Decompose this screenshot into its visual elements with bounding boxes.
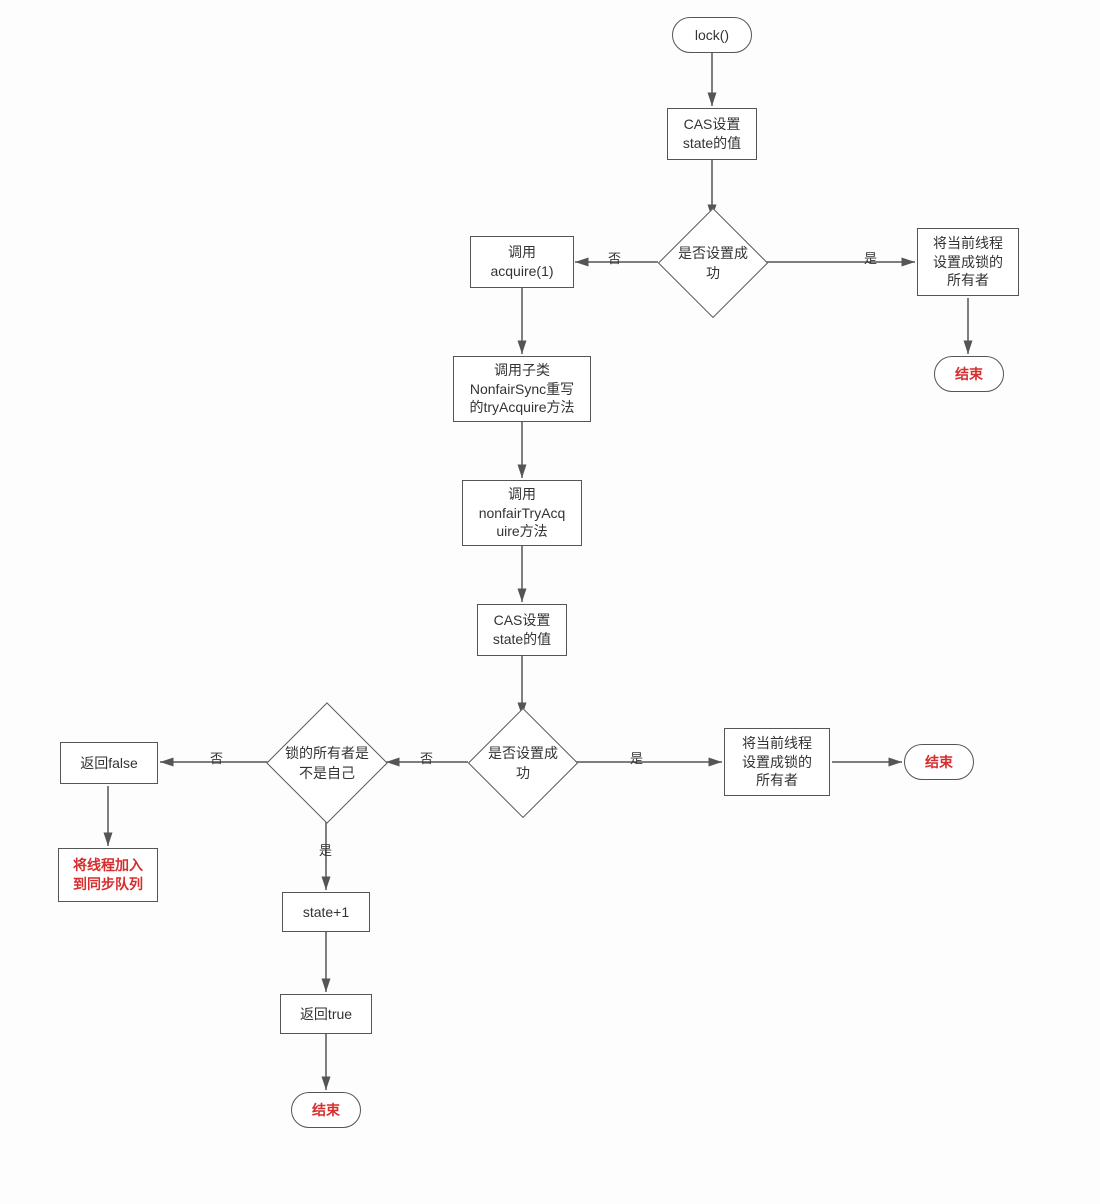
dec1-no-label: 否 bbox=[608, 248, 621, 267]
enqueue-node: 将线程加入 到同步队列 bbox=[58, 848, 158, 902]
tryacquire-label: 调用子类 NonfairSync重写 的tryAcquire方法 bbox=[469, 361, 574, 418]
enqueue-label: 将线程加入 到同步队列 bbox=[73, 856, 143, 894]
stateinc-node: state+1 bbox=[282, 892, 370, 932]
dec3-no-label: 否 bbox=[210, 748, 223, 767]
rettrue-label: 返回true bbox=[300, 1005, 352, 1024]
end3-label: 结束 bbox=[312, 1101, 340, 1120]
end2-label: 结束 bbox=[925, 753, 953, 772]
stateinc-label: state+1 bbox=[303, 903, 349, 922]
acquire-label: 调用 acquire(1) bbox=[490, 243, 553, 281]
setowner1-label: 将当前线程 设置成锁的 所有者 bbox=[933, 234, 1003, 291]
setowner2-node: 将当前线程 设置成锁的 所有者 bbox=[724, 728, 830, 796]
cas1-label: CAS设置 state的值 bbox=[683, 115, 741, 153]
tryacquire-node: 调用子类 NonfairSync重写 的tryAcquire方法 bbox=[453, 356, 591, 422]
cas2-label: CAS设置 state的值 bbox=[493, 611, 551, 649]
dec1-label: 是否设置成功 bbox=[675, 243, 751, 283]
end1-label: 结束 bbox=[955, 365, 983, 384]
retfalse-node: 返回false bbox=[60, 742, 158, 784]
dec1-yes-label: 是 bbox=[864, 248, 877, 267]
end2-node: 结束 bbox=[904, 744, 974, 780]
start-label: lock() bbox=[695, 26, 729, 45]
dec2-yes-label: 是 bbox=[630, 748, 643, 767]
retfalse-label: 返回false bbox=[80, 754, 138, 773]
cas1-node: CAS设置 state的值 bbox=[667, 108, 757, 160]
dec2-node: 是否设置成功 bbox=[468, 708, 578, 818]
dec2-label: 是否设置成功 bbox=[485, 743, 561, 783]
flowchart-connectors bbox=[0, 0, 1100, 1204]
dec3-yes-label: 是 bbox=[319, 840, 332, 859]
end1-node: 结束 bbox=[934, 356, 1004, 392]
setowner2-label: 将当前线程 设置成锁的 所有者 bbox=[742, 734, 812, 791]
setowner1-node: 将当前线程 设置成锁的 所有者 bbox=[917, 228, 1019, 296]
start-node: lock() bbox=[672, 17, 752, 53]
nonfairtry-node: 调用 nonfairTryAcq uire方法 bbox=[462, 480, 582, 546]
dec1-node: 是否设置成功 bbox=[658, 208, 768, 318]
rettrue-node: 返回true bbox=[280, 994, 372, 1034]
nonfairtry-label: 调用 nonfairTryAcq uire方法 bbox=[479, 485, 566, 542]
acquire-node: 调用 acquire(1) bbox=[470, 236, 574, 288]
dec2-no-label: 否 bbox=[420, 748, 433, 767]
dec3-node: 锁的所有者是 不是自己 bbox=[266, 702, 388, 824]
cas2-node: CAS设置 state的值 bbox=[477, 604, 567, 656]
end3-node: 结束 bbox=[291, 1092, 361, 1128]
dec3-label: 锁的所有者是 不是自己 bbox=[285, 743, 369, 783]
